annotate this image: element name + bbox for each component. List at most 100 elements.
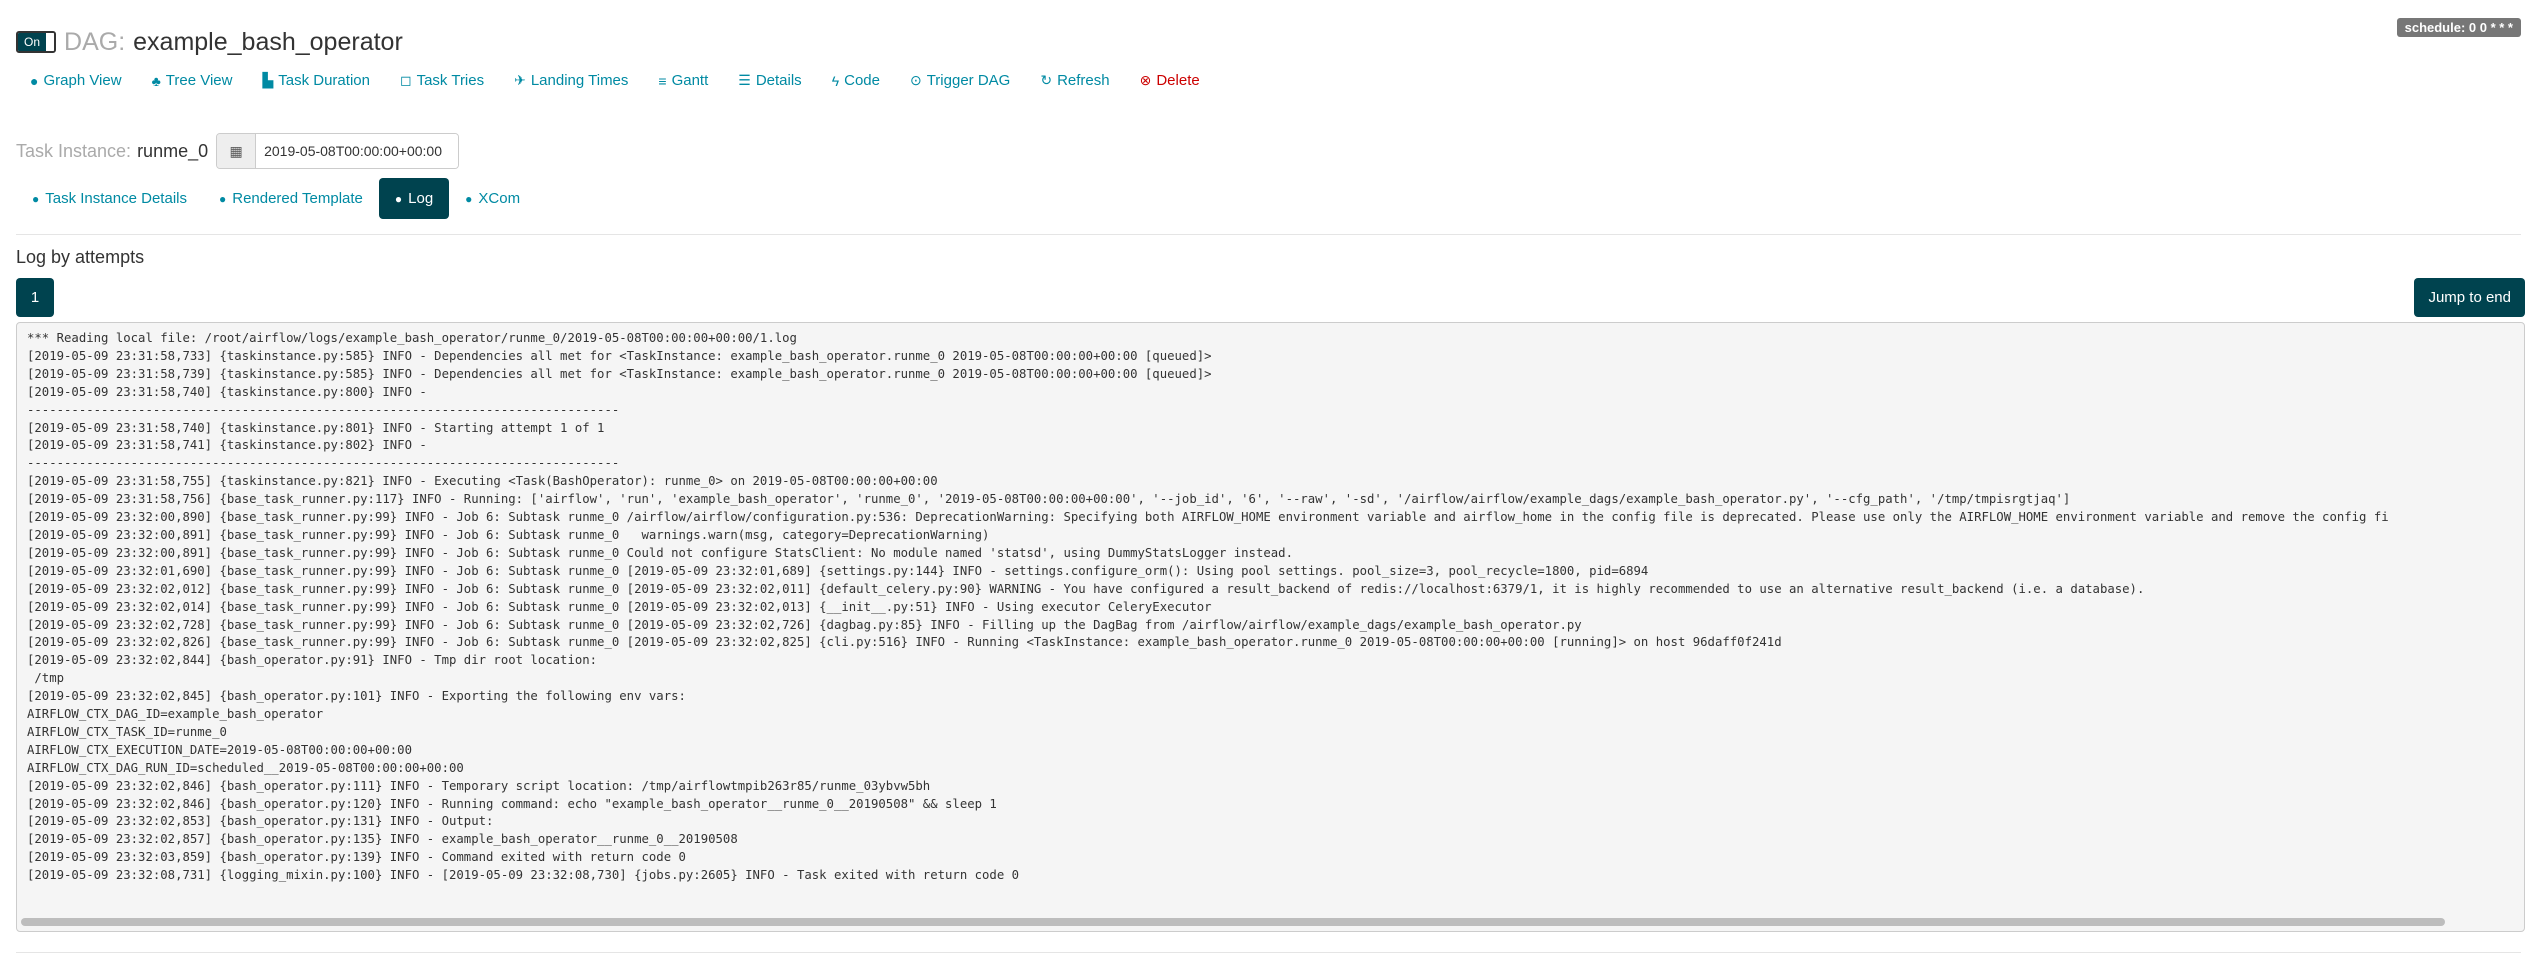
nav-label: Tree View	[165, 72, 233, 89]
dag-toggle[interactable]: On	[16, 31, 57, 53]
log-line: AIRFLOW_CTX_EXECUTION_DATE=2019-05-08T00…	[27, 742, 412, 757]
circle-icon: ●	[218, 191, 227, 206]
log-section-title: Log by attempts	[16, 247, 145, 267]
scrollbar-thumb[interactable]	[21, 918, 2446, 926]
nav-gantt[interactable]: ≡ Gantt	[658, 72, 708, 89]
log-horizontal-scrollbar[interactable]	[21, 917, 2520, 927]
log-line: [2019-05-09 23:32:08,731] {logging_mixin…	[27, 868, 1020, 883]
tab-xcom[interactable]: ● XCom	[449, 178, 536, 219]
nav-trigger-dag[interactable]: ⊙ Trigger DAG	[910, 72, 1010, 89]
task-instance-row: Task Instance: runme_0 ▦	[16, 133, 460, 169]
tab-label: Log	[408, 190, 434, 207]
nav-label: Graph View	[43, 72, 122, 89]
task-instance-label: Task Instance:	[16, 140, 132, 161]
circle-icon: ●	[394, 191, 403, 206]
gantt-icon: ≡	[658, 72, 667, 89]
task-tries-icon: ◻	[399, 72, 412, 88]
dag-prefix: DAG:	[64, 27, 126, 56]
refresh-icon: ↻	[1040, 72, 1053, 88]
tab-rendered-template[interactable]: ● Rendered Template	[203, 178, 379, 219]
log-line: [2019-05-09 23:31:58,755] {taskinstance.…	[27, 474, 938, 489]
log-line: [2019-05-09 23:31:58,733] {taskinstance.…	[27, 348, 1212, 363]
task-duration-icon: ▙	[262, 72, 274, 88]
nav-refresh[interactable]: ↻ Refresh	[1040, 72, 1109, 89]
log-line: [2019-05-09 23:32:02,846] {bash_operator…	[27, 796, 997, 811]
delete-icon: ⊗	[1139, 72, 1152, 88]
bottom-divider	[16, 952, 2521, 953]
graph-view-icon: ●	[30, 72, 39, 89]
nav-landing-times[interactable]: ✈ Landing Times	[514, 72, 628, 89]
dag-header: On DAG: example_bash_operator	[16, 22, 403, 62]
nav-tree-view[interactable]: ♣ Tree View	[152, 72, 233, 89]
execution-date-group: ▦	[216, 133, 460, 169]
details-icon: ☰	[738, 72, 751, 88]
log-line: ----------------------------------------…	[27, 402, 620, 417]
log-line: [2019-05-09 23:32:02,857] {bash_operator…	[27, 832, 738, 847]
log-line: [2019-05-09 23:32:02,845] {bash_operator…	[27, 689, 686, 704]
nav-label: Delete	[1156, 72, 1200, 89]
code-icon: ϟ	[831, 72, 840, 89]
landing-times-icon: ✈	[514, 72, 526, 88]
log-line: *** Reading local file: /root/airflow/lo…	[27, 331, 797, 345]
nav-label: Details	[755, 72, 802, 89]
task-instance-tabs: ● Task Instance Details ● Rendered Template…	[16, 178, 536, 219]
execution-date-input[interactable]	[256, 134, 459, 168]
nav-code[interactable]: ϟ Code	[832, 72, 880, 89]
log-line: [2019-05-09 23:32:02,826] {base_task_run…	[27, 635, 1782, 650]
log-line: [2019-05-09 23:32:01,690] {base_task_run…	[27, 563, 1649, 578]
trigger-dag-icon: ⊙	[909, 72, 922, 88]
log-line: [2019-05-09 23:32:00,890] {base_task_run…	[27, 510, 2389, 525]
tab-label: XCom	[478, 190, 521, 207]
toggle-on-label: On	[18, 33, 47, 51]
nav-delete[interactable]: ⊗ Delete	[1140, 72, 1200, 89]
log-panel[interactable]: *** Reading local file: /root/airflow/lo…	[16, 322, 2525, 932]
log-line: AIRFLOW_CTX_DAG_ID=example_bash_operator	[27, 707, 324, 722]
nav-label: Task Tries	[416, 72, 485, 89]
dag-nav: ● Graph View ♣ Tree View ▙ Task Duration ◻ Task…	[30, 72, 1230, 89]
tab-label: Task Instance Details	[45, 190, 187, 207]
nav-label: Landing Times	[530, 72, 629, 89]
calendar-icon[interactable]: ▦	[217, 134, 257, 168]
log-line: [2019-05-09 23:32:02,012] {base_task_run…	[27, 581, 2145, 596]
log-line: [2019-05-09 23:32:02,728] {base_task_run…	[27, 617, 1582, 632]
jump-to-end-button[interactable]: Jump to end	[2414, 278, 2525, 317]
section-divider	[16, 234, 2521, 235]
log-content: *** Reading local file: /root/airflow/lo…	[27, 330, 2524, 911]
nav-label: Gantt	[671, 72, 709, 89]
log-line: [2019-05-09 23:31:58,740] {taskinstance.…	[27, 420, 605, 435]
attempt-1-button[interactable]: 1	[16, 278, 54, 317]
log-line: AIRFLOW_CTX_DAG_RUN_ID=scheduled__2019-0…	[27, 760, 464, 775]
tab-task-instance-details[interactable]: ● Task Instance Details	[16, 178, 203, 219]
log-line: [2019-05-09 23:32:00,891] {base_task_run…	[27, 527, 990, 542]
nav-label: Refresh	[1057, 72, 1110, 89]
log-line: [2019-05-09 23:32:03,859] {bash_operator…	[27, 850, 686, 865]
nav-label: Trigger DAG	[926, 72, 1011, 89]
nav-graph-view[interactable]: ● Graph View	[30, 72, 122, 89]
nav-task-duration[interactable]: ▙ Task Duration	[262, 72, 370, 89]
log-line: AIRFLOW_CTX_TASK_ID=runme_0	[27, 724, 227, 739]
log-line: [2019-05-09 23:32:02,014] {base_task_run…	[27, 599, 1212, 614]
log-line: [2019-05-09 23:31:58,739] {taskinstance.…	[27, 366, 1212, 381]
nav-task-tries[interactable]: ◻ Task Tries	[400, 72, 484, 89]
nav-label: Code	[844, 72, 880, 89]
circle-icon: ●	[32, 191, 40, 206]
tab-label: Rendered Template	[232, 190, 363, 207]
log-line: [2019-05-09 23:31:58,741] {taskinstance.…	[27, 438, 435, 453]
log-line: [2019-05-09 23:32:02,844] {bash_operator…	[27, 653, 605, 668]
tab-log[interactable]: ● Log	[378, 178, 450, 219]
log-line: [2019-05-09 23:32:00,891] {base_task_run…	[27, 545, 1293, 560]
circle-icon: ●	[465, 191, 473, 206]
dag-title: example_bash_operator	[133, 27, 403, 56]
tree-view-icon: ♣	[151, 72, 161, 89]
schedule-badge: schedule: 0 0 * * *	[2396, 18, 2521, 37]
task-instance-id: runme_0	[137, 140, 209, 161]
nav-label: Task Duration	[278, 72, 370, 89]
log-line: [2019-05-09 23:31:58,740] {taskinstance.…	[27, 384, 435, 399]
log-line: ----------------------------------------…	[27, 456, 620, 471]
log-line: [2019-05-09 23:32:02,853] {bash_operator…	[27, 814, 494, 829]
log-line: /tmp	[27, 671, 65, 686]
toggle-off-part	[46, 33, 55, 51]
log-line: [2019-05-09 23:32:02,846] {bash_operator…	[27, 778, 931, 793]
log-line: [2019-05-09 23:31:58,756] {base_task_run…	[27, 492, 2071, 507]
nav-details[interactable]: ☰ Details	[738, 72, 801, 89]
